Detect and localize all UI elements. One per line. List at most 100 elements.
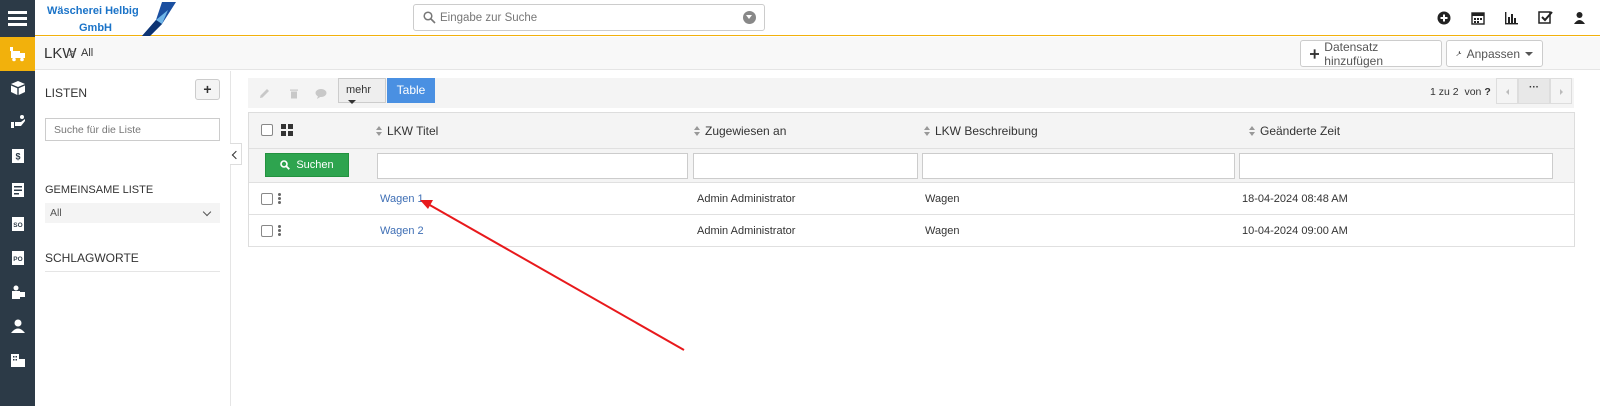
filter-modified-input[interactable] bbox=[1239, 153, 1553, 179]
row-checkbox[interactable] bbox=[261, 193, 273, 205]
column-header-label: LKW Beschreibung bbox=[935, 124, 1038, 138]
records-table: LKW Titel Zugewiesen an LKW Beschreibung… bbox=[248, 112, 1575, 247]
filter-assigned-input[interactable] bbox=[693, 153, 918, 179]
document-icon[interactable] bbox=[0, 173, 35, 207]
hand-icon[interactable] bbox=[0, 105, 35, 139]
row-checkbox[interactable] bbox=[261, 225, 273, 237]
lists-panel: LISTEN + Suche für die Liste GEMEINSAME … bbox=[35, 71, 231, 406]
table-header: LKW Titel Zugewiesen an LKW Beschreibung… bbox=[249, 113, 1574, 149]
bar-chart-icon[interactable] bbox=[1503, 9, 1520, 26]
checkbox-icon[interactable] bbox=[1537, 9, 1554, 26]
customize-button[interactable]: Anpassen bbox=[1446, 40, 1543, 67]
so-icon[interactable]: SO bbox=[0, 207, 35, 241]
breadcrumb-current: All bbox=[81, 47, 94, 59]
sort-icon bbox=[376, 126, 382, 136]
record-description: Wagen bbox=[925, 225, 960, 237]
column-header-label: Zugewiesen an bbox=[705, 124, 787, 138]
record-title-link[interactable]: Wagen 2 bbox=[380, 225, 424, 237]
more-actions-label: mehr bbox=[346, 84, 372, 96]
row-actions-icon[interactable] bbox=[278, 193, 281, 204]
column-header-description[interactable]: LKW Beschreibung bbox=[924, 124, 1038, 138]
box-icon[interactable] bbox=[0, 71, 35, 105]
list-search-input[interactable]: Suche für die Liste bbox=[45, 118, 220, 141]
search-button-label: Suchen bbox=[296, 159, 334, 171]
divider bbox=[45, 271, 220, 272]
search-button[interactable]: Suchen bbox=[265, 153, 349, 177]
building-icon[interactable] bbox=[0, 343, 35, 377]
column-header-label: LKW Titel bbox=[387, 124, 439, 138]
sort-icon bbox=[924, 126, 930, 136]
logo-name: Wäscherei Helbig bbox=[47, 5, 139, 17]
truck-icon[interactable] bbox=[0, 37, 35, 71]
top-bar: Wäscherei Helbig GmbH Eingabe zur Suche bbox=[35, 0, 1600, 36]
grid-icon[interactable] bbox=[281, 124, 293, 136]
search-placeholder: Eingabe zur Suche bbox=[440, 12, 538, 24]
previous-page-button[interactable] bbox=[1496, 78, 1518, 104]
shared-list-title: GEMEINSAME LISTE bbox=[45, 184, 154, 196]
logo-mark-icon bbox=[142, 2, 176, 36]
column-header-assigned[interactable]: Zugewiesen an bbox=[694, 124, 786, 138]
pagination-of: von bbox=[1464, 86, 1482, 98]
global-search-input[interactable]: Eingabe zur Suche bbox=[413, 4, 765, 31]
customize-label: Anpassen bbox=[1466, 46, 1520, 61]
user-icon[interactable] bbox=[1571, 9, 1588, 26]
sort-icon bbox=[1249, 126, 1255, 136]
svg-text:PO: PO bbox=[13, 256, 22, 263]
pagination-info: 1 zu 2 von ? bbox=[1430, 86, 1491, 98]
record-modified: 10-04-2024 09:00 AM bbox=[1242, 225, 1348, 237]
search-dropdown-icon[interactable] bbox=[743, 11, 756, 24]
chevron-down-icon bbox=[1525, 51, 1533, 56]
add-record-button[interactable]: Datensatz hinzufügen bbox=[1300, 39, 1442, 68]
delete-icon[interactable] bbox=[286, 85, 302, 101]
lists-title: LISTEN bbox=[45, 86, 88, 100]
comment-icon[interactable] bbox=[313, 85, 329, 101]
search-icon bbox=[423, 11, 436, 24]
record-description: Wagen bbox=[925, 193, 960, 205]
top-icons bbox=[1435, 9, 1588, 26]
list-toolbar: mehr Table bbox=[248, 78, 1574, 108]
search-icon bbox=[280, 160, 291, 170]
record-modified: 18-04-2024 08:48 AM bbox=[1242, 193, 1348, 205]
shared-list-value: All bbox=[50, 207, 62, 219]
filter-description-input[interactable] bbox=[922, 153, 1235, 179]
person-box-icon[interactable] bbox=[0, 275, 35, 309]
wrench-icon bbox=[1456, 50, 1462, 57]
column-header-title[interactable]: LKW Titel bbox=[376, 124, 438, 138]
more-actions-dropdown[interactable]: mehr bbox=[338, 78, 386, 105]
select-all-checkbox[interactable] bbox=[261, 124, 273, 136]
logo-suffix: GmbH bbox=[79, 22, 112, 34]
company-logo[interactable]: Wäscherei Helbig GmbH bbox=[45, 2, 176, 36]
record-title-link[interactable]: Wagen 1 bbox=[380, 193, 424, 205]
pagination-total[interactable]: ? bbox=[1484, 86, 1490, 98]
row-actions-icon[interactable] bbox=[278, 225, 281, 236]
pagination-range: 1 zu 2 bbox=[1430, 86, 1459, 98]
invoice-icon[interactable]: $ bbox=[0, 139, 35, 173]
hamburger-menu-icon[interactable] bbox=[0, 0, 35, 36]
chevron-down-icon bbox=[202, 207, 212, 217]
column-header-label: Geänderte Zeit bbox=[1260, 124, 1341, 138]
add-record-label: Datensatz hinzufügen bbox=[1324, 39, 1383, 68]
sort-icon bbox=[694, 126, 700, 136]
page-options-button[interactable]: ··· bbox=[1518, 78, 1550, 104]
filter-row: Suchen bbox=[249, 149, 1574, 183]
column-header-modified[interactable]: Geänderte Zeit bbox=[1249, 124, 1340, 138]
person-icon[interactable] bbox=[0, 309, 35, 343]
add-list-button[interactable]: + bbox=[195, 79, 220, 100]
edit-icon[interactable] bbox=[256, 85, 272, 101]
calendar-icon[interactable] bbox=[1469, 9, 1486, 26]
plus-icon bbox=[1310, 48, 1320, 59]
plus-circle-icon[interactable] bbox=[1435, 9, 1452, 26]
chevron-down-icon bbox=[348, 100, 356, 105]
breadcrumb: LKW > All Datensatz hinzufügen Anpassen bbox=[35, 37, 1600, 70]
next-page-button[interactable] bbox=[1550, 78, 1572, 104]
filter-title-input[interactable] bbox=[377, 153, 688, 179]
record-assigned: Admin Administrator bbox=[697, 225, 796, 237]
po-icon[interactable]: PO bbox=[0, 241, 35, 275]
table-row[interactable]: Wagen 2 Admin Administrator Wagen 10-04-… bbox=[249, 215, 1574, 247]
collapse-panel-toggle[interactable] bbox=[230, 143, 242, 165]
table-row[interactable]: Wagen 1 Admin Administrator Wagen 18-04-… bbox=[249, 183, 1574, 215]
tags-title: SCHLAGWORTE bbox=[45, 251, 139, 265]
shared-list-select[interactable]: All bbox=[45, 203, 220, 223]
table-view-button[interactable]: Table bbox=[387, 78, 435, 103]
svg-text:SO: SO bbox=[13, 222, 22, 229]
